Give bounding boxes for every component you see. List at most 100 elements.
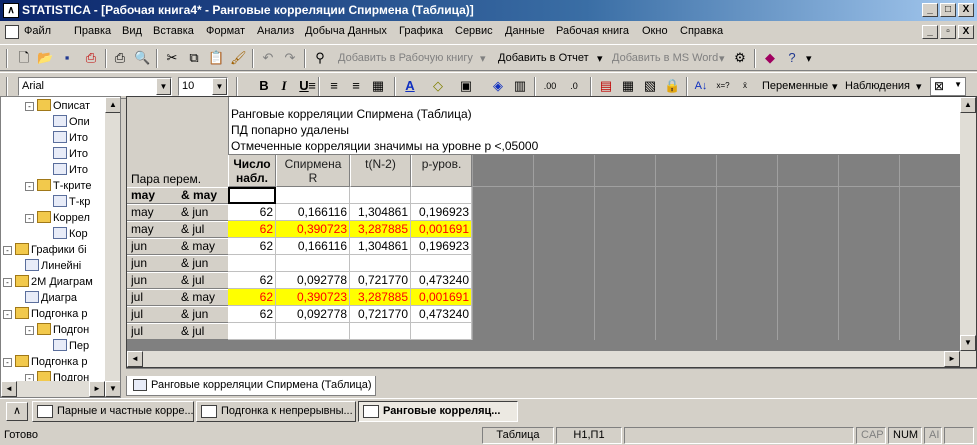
tree-item[interactable]: - Коррел [25,210,90,226]
scroll-right-icon[interactable]: ► [89,381,105,397]
tree-item[interactable]: - Подгонка р [3,306,88,322]
table-cell[interactable]: 0,473240 [411,272,472,289]
menu-graphics[interactable]: Графика [399,25,443,37]
add-to-workbook-button[interactable]: Добавить в Рабочую книгу [338,52,473,64]
book-icon[interactable]: ◆ [762,50,778,66]
tree-item[interactable]: - Т-крите [25,178,92,194]
table-cell[interactable]: 0,473240 [411,306,472,323]
table-cell[interactable]: 62 [228,204,276,221]
tree-item[interactable]: Пер [53,338,89,354]
chevron-down-icon[interactable]: ▼ [212,78,227,95]
scroll-up-icon[interactable]: ▲ [960,97,976,113]
collapse-icon[interactable]: - [25,102,34,111]
menu-format[interactable]: Формат [206,25,245,37]
align-right-icon[interactable]: ≡ [348,78,364,94]
merge-icon[interactable]: ▦ [370,78,386,94]
menu-window[interactable]: Окно [642,25,668,37]
print-preview-icon[interactable]: 🔍 [134,50,150,66]
table-cell[interactable] [276,323,350,340]
table-cell[interactable] [228,255,276,272]
chevron-down-icon[interactable]: ▼ [156,78,171,95]
new-icon[interactable]: 🗋 [16,50,32,66]
cut-icon[interactable]: ✂ [164,50,180,66]
variables-button[interactable]: Переменные [762,80,828,92]
table-cell[interactable]: 0,092778 [276,306,350,323]
table-cell[interactable] [411,187,472,204]
table-cell[interactable]: 62 [228,289,276,306]
tree-item[interactable]: Т-кр [53,194,90,210]
font-color-icon[interactable]: A [402,78,418,94]
marker-icon[interactable]: ◈ [490,78,506,94]
scroll-right-icon[interactable]: ► [944,351,960,367]
sheet-hscrollbar[interactable]: ◄ ► [127,351,976,367]
tree-item[interactable]: Ито [53,162,88,178]
redo-icon[interactable]: ↷ [282,50,298,66]
menu-tools[interactable]: Сервис [455,25,493,37]
menu-insert[interactable]: Вставка [153,25,194,37]
child-window-icon[interactable] [5,25,19,39]
tree-item[interactable]: Ито [53,146,88,162]
table-cell[interactable]: 0,092778 [276,272,350,289]
table-cell[interactable] [350,323,411,340]
scroll-left-icon[interactable]: ◄ [1,381,17,397]
tree-item[interactable]: - Описат [25,98,90,114]
copy-icon[interactable]: ⧉ [186,50,202,66]
table-cell[interactable] [350,255,411,272]
paste-icon[interactable]: 📋 [208,50,224,66]
collapse-icon[interactable]: - [25,214,34,223]
menu-help[interactable]: Справка [680,25,723,37]
grid-icon[interactable]: ▥ [512,78,528,94]
table-cell[interactable] [411,323,472,340]
format-painter-icon[interactable]: 🖌 [230,50,247,66]
scroll-left-icon[interactable]: ◄ [127,351,143,367]
italic-button[interactable]: I [276,78,292,94]
table-cell[interactable]: 1,304861 [350,204,411,221]
table-cell[interactable]: 0,166116 [276,204,350,221]
cases-button[interactable]: Наблюдения [845,80,910,92]
tree-item[interactable]: Ито [53,130,88,146]
menu-view[interactable]: Вид [122,25,142,37]
save-icon[interactable]: ▪ [59,50,75,66]
pdf-icon[interactable]: ⎙ [83,50,99,66]
tree-hscrollbar[interactable]: ◄ ► [1,381,105,397]
bold-button[interactable]: B [256,78,272,94]
minimize-button[interactable]: _ [922,3,938,17]
table-icon[interactable]: ▤ [598,78,614,94]
menu-data[interactable]: Данные [505,25,545,37]
tree-item[interactable]: - Подгонка р [3,354,88,370]
table-cell[interactable] [228,323,276,340]
tree-item[interactable]: Опи [53,114,90,130]
table-cell[interactable] [350,187,411,204]
table-cell[interactable]: 0,166116 [276,238,350,255]
table-cell[interactable]: 0,001691 [411,289,472,306]
collapse-icon[interactable]: - [25,182,34,191]
table-cell[interactable]: 0,196923 [411,238,472,255]
add-to-report-button[interactable]: Добавить в Отчет [498,52,589,64]
menu-edit[interactable]: Правка [74,25,111,37]
scroll-down-icon[interactable]: ▼ [105,381,120,397]
decimal-increase-icon[interactable]: .00 [542,78,558,94]
table-cell[interactable] [276,187,350,204]
collapse-icon[interactable]: - [3,358,12,367]
help-pointer-icon[interactable]: ? [784,50,800,66]
print-icon[interactable]: ⎙ [112,50,128,66]
tree-item[interactable]: - Графики бі [3,242,87,258]
align-center-icon[interactable]: ≡ [326,78,342,94]
font-size-select[interactable]: 10 ▼ [178,77,228,96]
table-cell[interactable]: 0,721770 [350,272,411,289]
collapse-icon[interactable]: - [3,278,12,287]
tree-scrollbar[interactable]: ▲ ▼ [105,97,120,397]
task-pair-partial-corr[interactable]: Парные и частные корре... [32,401,194,422]
table-cell[interactable]: 0,001691 [411,221,472,238]
grid-style-select[interactable]: ⊠ ▼ [930,77,966,96]
menu-file[interactable]: Файл [24,25,51,37]
maximize-button[interactable]: □ [940,3,956,17]
fill-color-icon[interactable]: ◇ [430,78,446,94]
sheet-vscrollbar[interactable]: ▲ ▼ [960,97,976,351]
table-cell[interactable] [276,255,350,272]
tree-item[interactable]: Кор [53,226,88,242]
table-cell[interactable]: 0,721770 [350,306,411,323]
statistica-app-icon[interactable]: ∧ [3,3,19,18]
child-minimize-button[interactable]: _ [922,25,938,39]
formula-icon[interactable]: x=? [715,78,731,94]
